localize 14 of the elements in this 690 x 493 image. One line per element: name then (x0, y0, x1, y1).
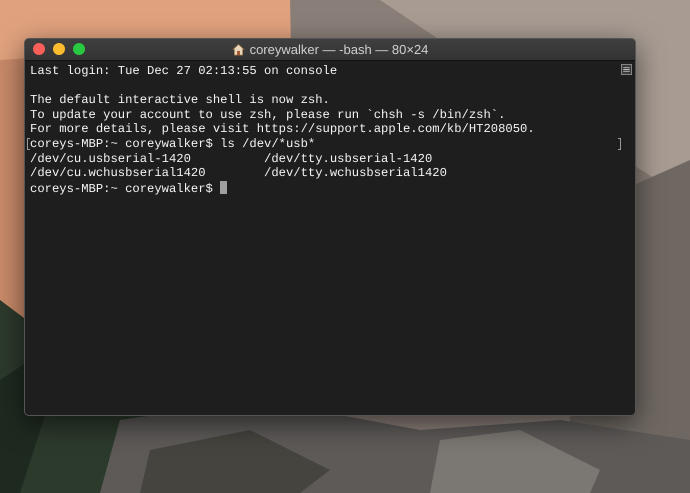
terminal-line: Last login: Tue Dec 27 02:13:55 on console (30, 64, 338, 79)
zoom-button[interactable] (73, 43, 85, 55)
terminal-line: /dev/cu.wchusbserial1420 /dev/tty.wchusbserial1420 (30, 166, 447, 181)
house-icon (232, 43, 245, 56)
window-title: coreywalker — -bash — 80×24 (250, 42, 428, 57)
terminal-line: For more details, please visit https://support.apple.com/kb/HT208050. (30, 122, 535, 137)
terminal-line: coreys-MBP:~ coreywalker$ ls /dev/*usb* (30, 136, 316, 152)
minimize-button[interactable] (53, 43, 65, 55)
terminal-line: The default interactive shell is now zsh. (30, 93, 330, 108)
terminal-line: /dev/cu.usbserial-1420 /dev/tty.usbserial-1420 (30, 152, 432, 166)
shell-prompt: coreys-MBP:~ coreywalker$ (30, 182, 214, 196)
terminal-line: To update your account to use zsh, please run `chsh -s /bin/zsh`. (30, 108, 506, 122)
split-view-icon[interactable] (621, 64, 632, 75)
close-button[interactable] (33, 43, 45, 55)
